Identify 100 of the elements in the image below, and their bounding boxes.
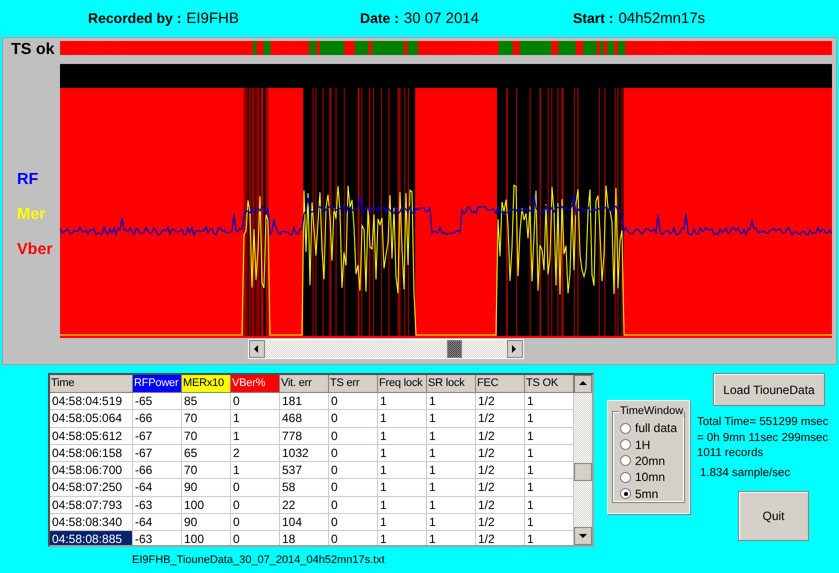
stat-text: = 0h 9mn 11sec 299msec (697, 430, 828, 446)
table-cell: 0 (329, 496, 378, 514)
table-cell: 22 (280, 496, 329, 514)
table-cell: 0 (329, 393, 378, 410)
table-cell: -63 (133, 531, 182, 545)
column-header[interactable]: TS err (329, 375, 378, 393)
scroll-thumb[interactable] (447, 340, 462, 358)
table-cell: 0 (329, 444, 378, 462)
table-cell: 0 (329, 479, 378, 497)
radio-option[interactable]: 10mn (620, 470, 683, 485)
table-cell: 778 (280, 428, 329, 445)
table-cell: 1/2 (476, 428, 525, 445)
column-header[interactable]: RFPower (133, 375, 182, 393)
header-label: Recorded by : (88, 10, 182, 26)
column-header[interactable]: TS OK (525, 375, 574, 393)
legend-label: Vber (17, 240, 54, 260)
column-header[interactable]: SR lock (427, 375, 476, 393)
vertical-scrollbar[interactable] (574, 375, 592, 545)
legend-label: RF (17, 170, 40, 190)
table-cell: -64 (133, 514, 182, 532)
table-cell: 181 (280, 393, 329, 410)
table-cell: 0 (231, 393, 280, 410)
table-cell: -64 (133, 479, 182, 497)
column-header[interactable]: VBer% (231, 375, 280, 393)
radio-option[interactable]: full data (620, 421, 683, 436)
table-cell: 1/2 (476, 514, 525, 532)
table-cell: 70 (182, 428, 231, 445)
header-label: Date : (360, 10, 399, 26)
column-header[interactable]: Time (50, 375, 133, 393)
table-cell: 1 (427, 410, 476, 428)
load-button[interactable]: Load TiouneData (713, 373, 825, 406)
radio-option[interactable]: 20mn (620, 454, 683, 468)
table-cell: 1 (378, 462, 427, 480)
table-cell: 1 (378, 410, 427, 428)
table-cell: 1 (378, 428, 427, 445)
file-name: EI9FHB_TiouneData_30_07_2014_04h52mn17s.txt (132, 554, 386, 566)
column-header[interactable]: FEC (476, 375, 525, 393)
scroll-up-button[interactable] (574, 375, 592, 393)
column-header[interactable]: MERx10 (182, 375, 231, 393)
column-header[interactable]: Vit. err (280, 375, 329, 393)
table-cell: 1 (427, 514, 476, 532)
radio-option[interactable]: 1H (620, 437, 683, 452)
table-cell: 1/2 (476, 410, 525, 428)
table-cell: 468 (280, 410, 329, 428)
radio-option[interactable]: 5mn (620, 486, 683, 501)
table-cell: -66 (133, 410, 182, 428)
scroll-thumb[interactable] (574, 463, 592, 481)
table-cell: 1/2 (476, 496, 525, 514)
table-cell: 1/2 (476, 393, 525, 410)
table-cell: 2 (231, 444, 280, 462)
table-cell: 1 (378, 514, 427, 532)
table-cell: 04:58:07:793 (50, 496, 133, 514)
group-title: TimeWindow (619, 405, 684, 417)
table-cell: 1 (378, 531, 427, 545)
table-cell: -63 (133, 496, 182, 514)
table-cell: 1/2 (476, 479, 525, 497)
scroll-left-button[interactable] (249, 340, 265, 358)
horizontal-scrollbar[interactable] (248, 339, 524, 359)
table-cell: -66 (133, 462, 182, 480)
table-cell: 90 (182, 479, 231, 497)
quit-button[interactable]: Quit (738, 491, 809, 541)
table-cell: 1 (427, 444, 476, 462)
table-cell: 0 (231, 479, 280, 497)
table-cell: 1 (427, 479, 476, 497)
table-cell: 1/2 (476, 462, 525, 480)
table-cell: 0 (329, 531, 378, 545)
table-cell: 0 (329, 514, 378, 532)
table-cell: -65 (133, 393, 182, 410)
table-cell: 1032 (280, 444, 329, 462)
scroll-right-button[interactable] (507, 340, 523, 358)
table-cell: 100 (182, 496, 231, 514)
ts-label: TS ok (10, 40, 56, 59)
table-cell: 0 (329, 410, 378, 428)
table-cell: 04:58:07:250 (50, 479, 133, 497)
stat-text: 1.834 sample/sec (700, 466, 792, 480)
table-cell: -67 (133, 444, 182, 462)
table-cell: 04:58:04:519 (50, 393, 133, 410)
table-cell: 1 (378, 479, 427, 497)
table-cell: 70 (182, 462, 231, 480)
table-cell: 1 (427, 462, 476, 480)
table-cell: -67 (133, 428, 182, 445)
table-cell: 04:58:08:885 (50, 531, 133, 545)
table-cell: 90 (182, 514, 231, 532)
table-cell: 1 (427, 393, 476, 410)
table-cell: 1 (231, 462, 280, 480)
down-arrow-icon (578, 531, 588, 541)
column-header[interactable]: Freq lock (378, 375, 427, 393)
table-cell: 58 (280, 479, 329, 497)
table-cell: 04:58:06:700 (50, 462, 133, 480)
table-cell: 0 (231, 514, 280, 532)
table-cell: 04:58:05:612 (50, 428, 133, 445)
table-cell: 1 (231, 428, 280, 445)
header-value: EI9FHB (186, 10, 239, 27)
stat-text: 1011 records (697, 446, 764, 461)
table-cell: 1 (378, 393, 427, 410)
table-cell: 537 (280, 462, 329, 480)
scroll-down-button[interactable] (574, 527, 592, 545)
table-cell: 1 (231, 410, 280, 428)
header-label: Start : (573, 10, 614, 26)
table-cell: 1 (378, 444, 427, 462)
